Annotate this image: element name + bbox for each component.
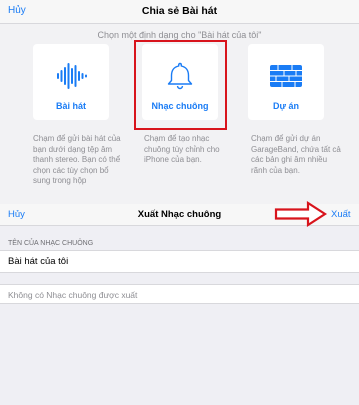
export-button[interactable]: Xuất — [331, 209, 351, 220]
no-ringtones-message: Không có Nhạc chuông được xuất — [8, 290, 138, 300]
format-option-song[interactable]: Bài hát — [33, 44, 109, 120]
garageband-project-icon — [270, 65, 302, 87]
ringtone-name-row — [0, 250, 359, 273]
format-option-project[interactable]: Dự án — [248, 44, 324, 120]
share-dialog-title: Chia sẻ Bài hát — [141, 5, 218, 17]
exported-ringtones-list: Không có Nhạc chuông được xuất — [0, 284, 359, 304]
share-format-panel: Chọn một định dạng cho "Bài hát của tôi"… — [0, 24, 359, 204]
format-option-ringtone-description: Chạm để tạo nhạc chuông tùy chỉnh cho iP… — [144, 134, 220, 164]
ringtone-name-field[interactable] — [8, 256, 348, 267]
ringtone-name-section-header: TÊN CỦA NHẠC CHUÔNG — [8, 240, 94, 247]
format-option-project-description: Chạm để gửi dự án GarageBand, chứa tất c… — [251, 134, 341, 175]
share-format-subtitle: Chọn một định dạng cho "Bài hát của tôi" — [97, 30, 262, 40]
waveform-icon — [57, 63, 87, 89]
right-arrow-annotation-icon — [274, 201, 328, 227]
share-nav-bar: Hủy Chia sẻ Bài hát — [0, 0, 359, 24]
ringtone-highlight-box — [134, 40, 227, 130]
format-option-project-label: Dự án — [272, 101, 300, 111]
format-option-song-label: Bài hát — [55, 101, 86, 111]
format-option-song-description: Chạm để gửi bài hát của bạn dưới dạng tệ… — [33, 134, 121, 185]
